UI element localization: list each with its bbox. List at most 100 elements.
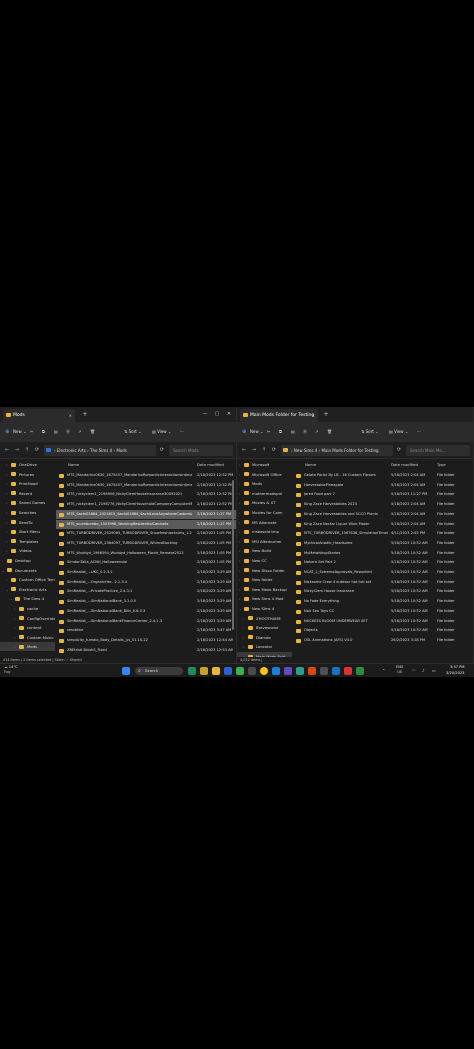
chevron-right-icon[interactable]: › [243, 615, 247, 623]
address-refresh-icon[interactable]: ⟳ [158, 446, 166, 455]
chevron-right-icon[interactable]: › [243, 634, 247, 642]
chevron-right-icon[interactable]: › [239, 461, 243, 469]
chevron-right-icon[interactable]: › [243, 624, 247, 632]
file-row[interactable]: MythicalAnodie_Headsome 5/18/2023 10:52 A… [293, 539, 473, 549]
share-icon[interactable]: ↗ [78, 427, 81, 437]
file-row[interactable]: NCAT_2_ExtremeApprovals_Reworked 5/18/202… [293, 568, 473, 578]
column-name[interactable]: Name [68, 460, 79, 470]
chevron-right-icon[interactable]: › [14, 615, 18, 623]
more-options-button[interactable]: ··· [180, 427, 184, 437]
column-name[interactable]: Name [305, 460, 316, 470]
new-tab-button[interactable]: + [321, 409, 331, 420]
scrollbar[interactable] [232, 480, 234, 630]
copy-icon[interactable]: ⧉ [279, 427, 282, 437]
file-row[interactable]: SimRealist_...SimNationalBank_3.1.0.5 2/1… [56, 597, 236, 607]
nav-item[interactable]: › Templates [0, 537, 55, 546]
app-icon-10[interactable] [320, 667, 328, 675]
nav-item[interactable]: › Saved Games [0, 498, 55, 507]
nav-item[interactable]: › Custom Office Tem [0, 575, 55, 584]
more-options-button[interactable]: ··· [417, 427, 421, 437]
nav-item[interactable]: › Desktop [0, 556, 55, 565]
file-row[interactable]: SimRealist_...OrganicHer...2.1.3.4 2/18/2… [56, 578, 236, 588]
file-row[interactable]: SimRealist_...PrivatePractice_2.4.3.1 2/1… [56, 587, 236, 597]
nav-item[interactable]: › mothermodspm [237, 489, 292, 498]
file-row[interactable]: SimRealist_...UKC_0.2.3.1 2/18/2023 3:29 … [56, 568, 236, 578]
chevron-right-icon[interactable]: › [239, 490, 243, 498]
delete-icon[interactable]: 🗑 [90, 427, 95, 437]
weather-widget[interactable]: ☁ 14°C Fog [4, 665, 18, 675]
file-row[interactable]: ZBEtristi.Blush5_Fixed 2/18/2023 12:53 AM [56, 646, 236, 656]
file-row[interactable]: simplicity_tumalo_Body_Details_(z)_01.10… [56, 636, 236, 646]
file-row[interactable]: Noir Sex Toys CC 5/18/2023 10:52 AM File f… [293, 607, 473, 617]
forward-arrow-icon[interactable]: → [250, 446, 258, 455]
tab-main-mods[interactable]: Main Mods Folder for Testing ✕ [240, 409, 318, 422]
nav-item[interactable]: › New Disco Folder [237, 566, 292, 575]
chevron-up-icon[interactable]: ⌃ [382, 668, 385, 673]
nav-item[interactable]: › Start Menu [0, 527, 55, 536]
chevron-right-icon[interactable]: ⌄ [239, 605, 243, 613]
new-button[interactable]: New ⌄ [5, 427, 26, 437]
refresh-icon[interactable]: ⟳ [33, 446, 41, 455]
chevron-right-icon[interactable]: › [6, 509, 10, 517]
nav-item[interactable]: › Lancolor [237, 642, 292, 651]
file-row[interactable]: King Zace Nectar Liquor Wine Maker 5/18/2… [293, 520, 473, 530]
file-row[interactable]: MTS_Sachi01884_2321815_Sachi01884_SachiL… [56, 509, 236, 520]
app-icon-2[interactable] [200, 667, 208, 675]
nav-item[interactable]: ⌄ Documents [0, 566, 55, 575]
file-row[interactable]: OSL Animations (AFS) V4.0 26/2/2023 3:18 … [293, 636, 473, 646]
address-bar[interactable]: › Electronic Arts › The Sims 4 › Mods [44, 445, 156, 456]
nav-item[interactable]: ⌄ New Sims 4 [237, 604, 292, 613]
view-button[interactable]: ▤ View ⌄ [152, 427, 171, 437]
app-icon-3[interactable] [224, 667, 232, 675]
file-row[interactable]: King Zace Harvestables 2023 5/18/2023 2:0… [293, 500, 473, 510]
sort-button[interactable]: ⇅ Sort ⌄ [124, 427, 141, 437]
nav-item[interactable]: › New folder [237, 575, 292, 584]
paste-icon[interactable]: ▤ [54, 427, 58, 437]
nav-item[interactable]: › Pictures [0, 470, 55, 479]
forward-arrow-icon[interactable]: → [13, 446, 21, 455]
file-row[interactable]: Objects 5/18/2023 10:52 AM File folder [293, 626, 473, 636]
chevron-right-icon[interactable]: › [239, 557, 243, 565]
nav-item[interactable]: › ZHOOTHAME [237, 614, 292, 623]
chevron-right-icon[interactable]: › [6, 499, 10, 507]
app-icon-7[interactable] [284, 667, 292, 675]
nav-item[interactable]: › Microsoft Office [237, 470, 292, 479]
nav-item[interactable]: › New Mods Backup [237, 585, 292, 594]
app-icon-11[interactable] [332, 667, 340, 675]
tab-mods[interactable]: Mods ✕ [3, 409, 75, 422]
app-icon-13[interactable] [356, 667, 364, 675]
nav-item[interactable]: › ConfigOverride [0, 614, 55, 623]
file-row[interactable]: MTS_TURBODRIVER_1967638_SimulationTimeIm… [293, 529, 473, 539]
nav-item[interactable]: › New Sims 4 Mod [237, 594, 292, 603]
file-row[interactable]: MTS_TURBODRIVER_2529065_TURBODRIVER_Snow… [56, 529, 236, 539]
taskbar-search[interactable]: Search [135, 667, 183, 675]
nav-item[interactable]: › PrintHood [0, 479, 55, 488]
up-arrow-icon[interactable]: ↑ [260, 446, 268, 455]
nav-item[interactable]: › Movies for Calm [237, 508, 292, 517]
nav-item[interactable]: › content [0, 623, 55, 632]
minimize-button[interactable]: — [200, 409, 210, 419]
file-row[interactable]: MTS_scumbumbo_1553998_WorkingResidential… [56, 519, 236, 530]
nav-item[interactable]: › Videos [0, 546, 55, 555]
chevron-right-icon[interactable]: › [6, 576, 10, 584]
nav-item[interactable]: › Recent [0, 489, 55, 498]
chevron-right-icon[interactable]: › [239, 519, 243, 527]
close-icon[interactable]: ✕ [312, 409, 315, 422]
file-row[interactable]: smobline 2/18/2023 3:47 AM [56, 626, 236, 636]
nav-item[interactable]: › MSI Afterburner [237, 537, 292, 546]
app-icon-12[interactable] [344, 667, 352, 675]
rename-icon[interactable]: Ⓐ [303, 427, 307, 437]
start-icon[interactable] [122, 667, 130, 675]
chevron-right-icon[interactable]: › [239, 586, 243, 594]
chrome-icon[interactable] [260, 667, 268, 675]
nav-item[interactable]: › Mods [0, 642, 55, 652]
nav-item[interactable]: › Microsoft [237, 460, 292, 469]
chevron-right-icon[interactable]: › [239, 547, 243, 555]
file-row[interactable]: MTS_Mandarinx0630_1875457_MandarinxRoman… [56, 471, 236, 481]
chevron-right-icon[interactable]: › [6, 471, 10, 479]
file-row[interactable]: MTS_Wuddyd_1966594_Wuddyd_Halloween_Movi… [56, 549, 236, 559]
nav-item[interactable]: › New CC [237, 556, 292, 565]
wifi-icon[interactable]: ◠ [412, 668, 416, 673]
chevron-right-icon[interactable]: › [239, 595, 243, 603]
sort-button[interactable]: ⇅ Sort ⌄ [361, 427, 378, 437]
